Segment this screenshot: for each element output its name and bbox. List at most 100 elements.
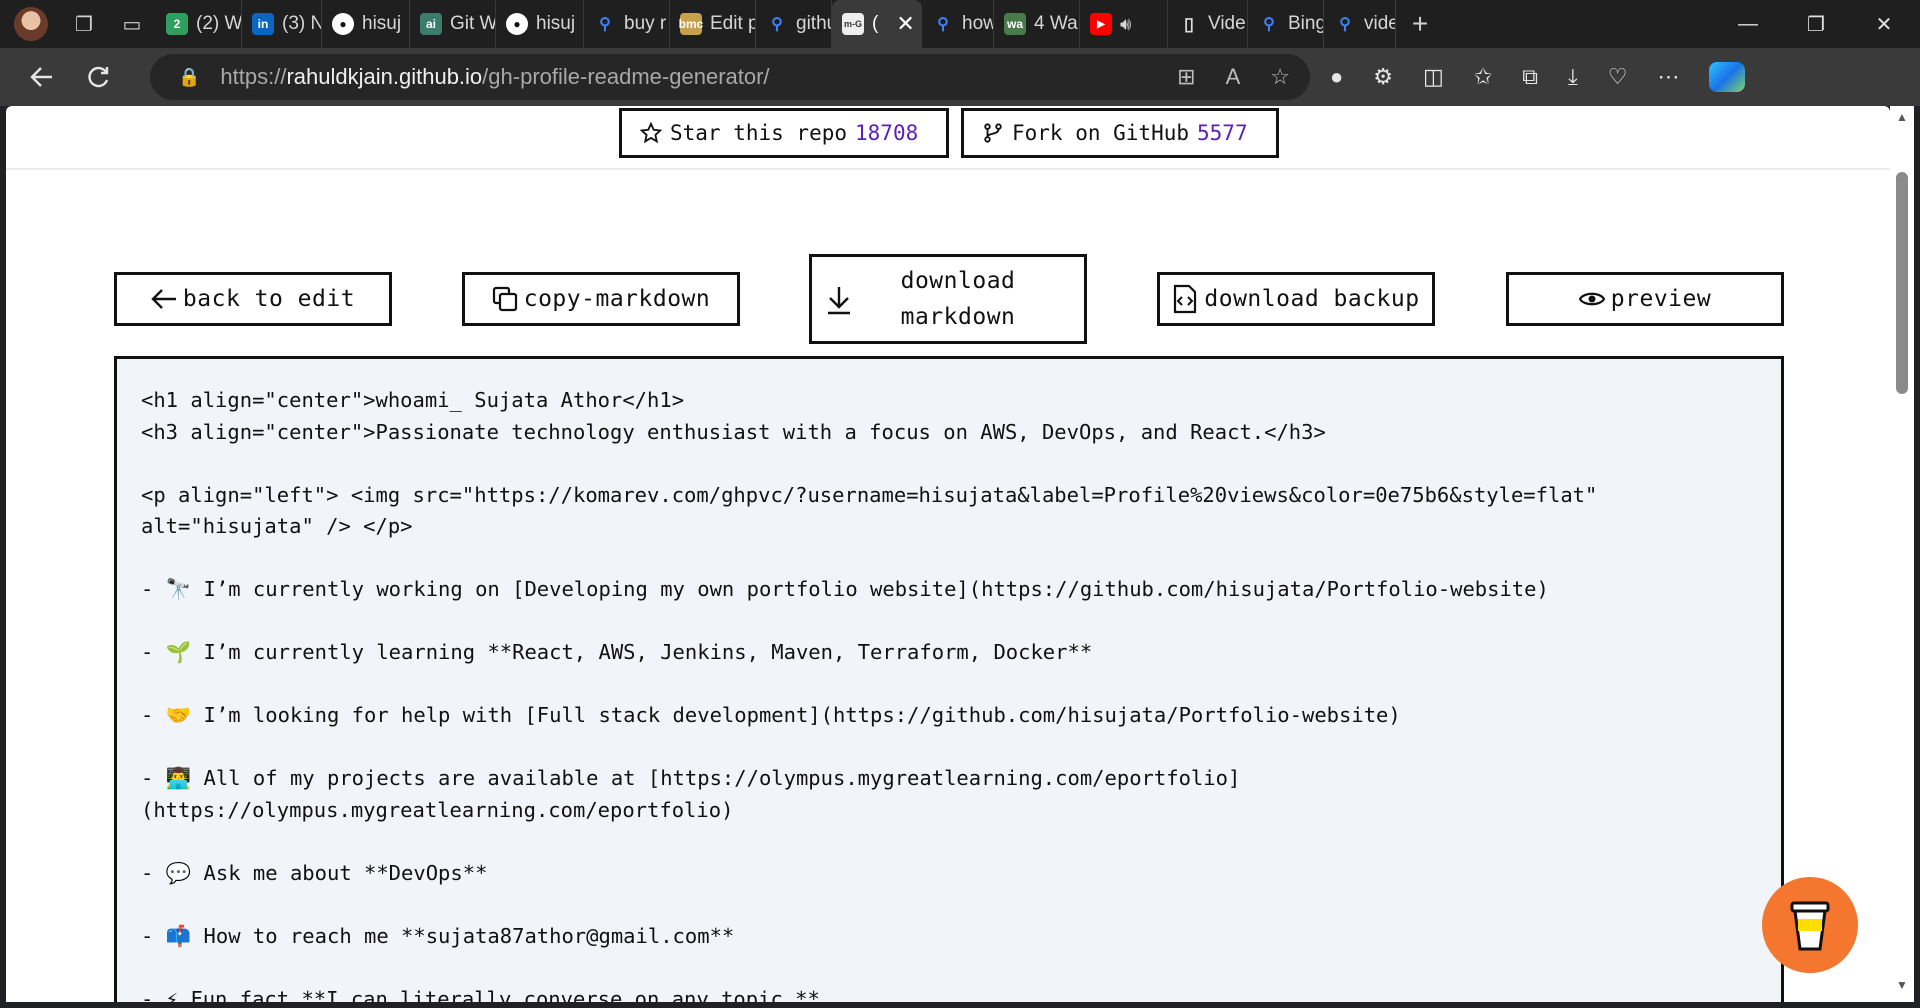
browser-tab-bar: ❐ ▭ 2 (2) Win (3) N ● hisuj ai Git W ● hisuj ⚲ buy… [0, 0, 1920, 48]
eye-icon [1578, 292, 1605, 306]
markdown-line: - ⚡ Fun fact **I can literally converse … [141, 986, 820, 1003]
browser-tab[interactable]: ▯ Vide [1168, 0, 1248, 48]
preview-label: preview [1610, 286, 1712, 312]
minimize-button[interactable]: — [1714, 0, 1782, 48]
copy-icon [492, 286, 517, 312]
close-window-button[interactable]: ✕ [1850, 0, 1918, 48]
tab-label: buy r [624, 13, 667, 34]
markdown-line [141, 543, 1757, 575]
extension-icon[interactable]: ● [1330, 64, 1343, 90]
close-tab-icon[interactable]: ✕ [896, 11, 914, 37]
scroll-down-icon[interactable]: ▼ [1896, 978, 1908, 992]
app-available-icon[interactable]: ⊞ [1177, 64, 1195, 90]
page-favicon-icon: ▯ [1178, 13, 1200, 35]
browser-tab[interactable]: 2 (2) W [156, 0, 242, 48]
url-text: https://rahuldkjain.github.io/gh-profile… [220, 64, 770, 89]
browser-tab[interactable]: m-G ( ✕ [832, 0, 922, 48]
copy-markdown-button[interactable]: copy-markdown [462, 272, 740, 326]
profile-avatar[interactable] [14, 7, 48, 41]
markdown-line [141, 952, 1757, 984]
tab-label: vide [1364, 13, 1396, 34]
markdown-line [141, 889, 1757, 921]
browser-tab[interactable]: ⚲ buy r [584, 0, 670, 48]
read-aloud-icon[interactable]: A [1226, 64, 1241, 90]
search-favicon-icon: ⚲ [1258, 13, 1280, 35]
fork-label: Fork on GitHub [1012, 121, 1190, 145]
bmc-favicon-icon: bmc [679, 13, 703, 35]
markdown-line: - 🔭 I’m currently working on [Developing… [141, 577, 1549, 601]
browser-tab[interactable]: ⚲ Bing [1248, 0, 1324, 48]
star-icon [640, 122, 662, 144]
browser-tab[interactable]: ⚲ how [922, 0, 994, 48]
markdown-line: alt="hisujata" /> </p> [141, 514, 413, 538]
markdown-output[interactable]: <h1 align="center">whoami_ Sujata Athor<… [114, 356, 1784, 1002]
browser-tab[interactable]: wa 4 Wa [994, 0, 1080, 48]
gh-favicon-icon: ● [506, 13, 528, 35]
tab-label: hisuj [536, 13, 576, 34]
markdown-line: - 🌱 I’m currently learning **React, AWS,… [141, 640, 1093, 664]
url-bar[interactable]: 🔒 https://rahuldkjain.github.io/gh-profi… [150, 54, 1310, 100]
refresh-button[interactable] [70, 49, 126, 105]
gh-favicon-icon: ● [332, 13, 354, 35]
fork-repo-button[interactable]: Fork on GitHub 5577 [961, 108, 1279, 158]
lock-icon: 🔒 [178, 66, 201, 87]
tab-actions-icon[interactable]: ▭ [108, 0, 156, 48]
back-to-edit-button[interactable]: back to edit [114, 272, 392, 326]
favorites-icon[interactable]: ✩ [1474, 64, 1492, 90]
search-favicon-icon: ⚲ [594, 13, 616, 35]
ai-favicon-icon: ai [420, 13, 442, 35]
browser-tab[interactable]: ● hisuj [322, 0, 410, 48]
download-markdown-button[interactable]: download markdown [809, 254, 1087, 344]
browser-tab[interactable]: ▶ 🔊︎ [1080, 0, 1168, 48]
tab-label: ( [872, 13, 879, 34]
scroll-up-icon[interactable]: ▲ [1896, 110, 1908, 124]
browser-essentials-icon[interactable]: ♡ [1608, 64, 1628, 90]
2-favicon-icon: 2 [166, 13, 188, 35]
browser-tab[interactable]: bmc Edit p [670, 0, 756, 48]
markdown-line [141, 826, 1757, 858]
browser-tab[interactable]: ⚲ vide [1324, 0, 1396, 48]
collections-icon[interactable]: ⧉ [1522, 64, 1538, 90]
markdown-lines: <h1 align="center">whoami_ Sujata Athor<… [141, 385, 1757, 1002]
back-nav-button[interactable] [14, 49, 70, 105]
new-tab-button[interactable]: + [1396, 0, 1444, 48]
split-screen-icon[interactable]: ◫ [1423, 64, 1444, 90]
markdown-line [141, 669, 1757, 701]
buy-me-a-coffee-button[interactable] [1762, 877, 1858, 973]
browser-tab[interactable]: in (3) N [242, 0, 322, 48]
downloads-icon[interactable]: ⤓ [1568, 64, 1578, 90]
workspaces-icon[interactable]: ❐ [60, 0, 108, 48]
tab-strip: 2 (2) Win (3) N ● hisuj ai Git W ● hisuj ⚲ buy r bm… [156, 0, 1396, 48]
m-G-favicon-icon: m-G [842, 13, 864, 35]
more-menu-icon[interactable]: ⋯ [1657, 64, 1679, 90]
star-repo-button[interactable]: Star this repo 18708 [619, 108, 949, 158]
download-markdown-label: download markdown [900, 268, 1016, 330]
download-backup-label: download backup [1204, 286, 1420, 312]
markdown-line: <p align="left"> <img src="https://komar… [141, 482, 1598, 507]
download-backup-button[interactable]: download backup [1157, 272, 1435, 326]
copilot-icon[interactable] [1709, 62, 1746, 92]
tab-label: Vide [1208, 13, 1246, 34]
preview-button[interactable]: preview [1506, 272, 1784, 326]
browser-tab[interactable]: ⚲ githu [756, 0, 832, 48]
page-scrollbar[interactable]: ▲ ▼ [1890, 106, 1914, 1002]
fork-icon [984, 123, 1002, 143]
copy-label: copy-markdown [523, 286, 711, 312]
tab-label: (3) N [282, 13, 322, 34]
extensions-puzzle-icon[interactable]: ⚙ [1373, 64, 1393, 90]
search-favicon-icon: ⚲ [1334, 13, 1356, 35]
speaker-icon[interactable]: 🔊︎ [1120, 14, 1131, 35]
browser-tab[interactable]: ai Git W [410, 0, 496, 48]
favorite-star-icon[interactable]: ☆ [1270, 64, 1290, 90]
coffee-cup-icon [1790, 901, 1830, 951]
fork-count: 5577 [1197, 121, 1248, 145]
markdown-line: <h1 align="center">whoami_ Sujata Athor<… [141, 388, 685, 412]
header-divider [6, 168, 1890, 170]
restore-button[interactable]: ❐ [1782, 0, 1850, 48]
browser-tab[interactable]: ● hisuj [496, 0, 584, 48]
search-favicon-icon: ⚲ [766, 13, 788, 35]
markdown-line: - 💬 Ask me about **DevOps** [141, 860, 488, 885]
in-favicon-icon: in [252, 13, 274, 35]
scroll-thumb[interactable] [1896, 172, 1908, 394]
markdown-line: - 🤝 I’m looking for help with [Full stac… [141, 703, 1401, 727]
